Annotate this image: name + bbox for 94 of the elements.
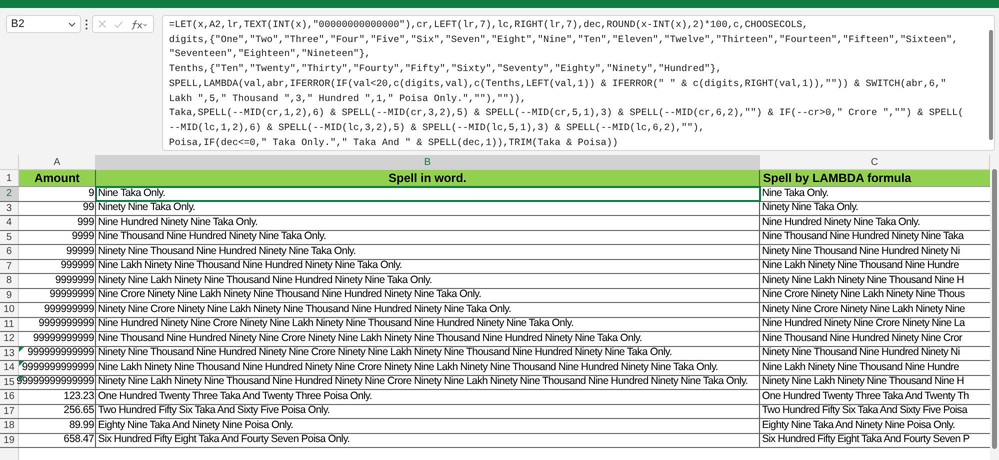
amount-cell: 658.47 bbox=[19, 434, 96, 447]
spell-cell: Six Hundred Fifty Eight Taka And Fourty Seven Poisa Only. bbox=[96, 434, 760, 447]
lambda-cell-text: Nine Lakh Ninety Nine Thousand Nine Hundre bbox=[761, 260, 960, 273]
row-header[interactable] bbox=[0, 448, 19, 460]
spell-cell: Ninety Nine Lakh Ninety Nine Thousand Nine Hundred Ninety Nine Crore Ninety Nine Lakh Ninety Nine Thousand Nine Hundred Ninety Nine Taka Only. bbox=[96, 376, 760, 389]
spell-cell: Nine Taka Only. bbox=[96, 187, 760, 200]
spell-cell: Nine Lakh Ninety Nine Thousand Nine Hundred Ninety Nine Taka Only. bbox=[96, 260, 760, 273]
row-number[interactable]: 10 bbox=[0, 303, 19, 316]
formula-line: SPELL,LAMBDA(val,abr,IFERROR(IF(val<20,c(digits,val),c(Tenths,LEFT(val,1)) & IFERROR(" " & c(digits,RIGHT(val,1)),"")) & SWITCH(abr,6," bbox=[169, 76, 946, 91]
spell-cell: Nine Lakh Ninety Nine Thousand Nine Hundred Ninety Nine Crore Ninety Nine Lakh Ninety Nine Thousand Nine Hundred Ninety Nine Taka Only. bbox=[96, 361, 760, 374]
lambda-cell-text: Nine Hundred Ninety Nine Crore Ninety Nine La bbox=[761, 318, 966, 331]
scrollbar-thumb[interactable] bbox=[992, 169, 997, 449]
amount-cell: 9999999999 bbox=[19, 318, 96, 331]
spell-cell: Ninety Nine Thousand Nine Hundred Ninety Nine Taka Only. bbox=[96, 245, 760, 258]
spell-cell: Ninety Nine Thousand Nine Hundred Ninety Nine Crore Ninety Nine Lakh Ninety Nine Thousand Nine Hundred Ninety Nine Taka Only. bbox=[96, 346, 760, 360]
amount-cell: 999999 bbox=[19, 260, 96, 273]
row-number[interactable]: 9 bbox=[0, 288, 19, 302]
row-number[interactable]: 19 bbox=[0, 434, 19, 447]
spell-cell: Ninety Nine Crore Ninety Nine Lakh Ninety Nine Thousand Nine Hundred Ninety Nine Taka Only. bbox=[96, 303, 760, 316]
name-box[interactable]: B2 bbox=[6, 15, 81, 33]
function-icon[interactable] bbox=[131, 18, 148, 30]
row-number[interactable]: 13 bbox=[0, 346, 19, 360]
row-number[interactable]: 12 bbox=[0, 332, 19, 346]
row-number[interactable]: 4 bbox=[0, 216, 19, 230]
lambda-cell-text: Nine Crore Ninety Nine Lakh Ninety Nine Thous bbox=[761, 288, 966, 302]
formula-line: "Seventeen","Eighteen","Nineteen"}, bbox=[169, 47, 371, 62]
formula-line: digits,{"One","Two","Three","Four","Five","Six","Seven","Eight","Nine","Ten","Eleven","Twelve","Thirteen","Fourteen","Fifteen","Sixteen", bbox=[169, 32, 958, 47]
lambda-cell-text: Eighty Nine Taka And Ninety Nine Poisa Only. bbox=[761, 419, 956, 432]
amount-cell: 99999999999 bbox=[19, 332, 96, 346]
spell-cell: Nine Hundred Ninety Nine Taka Only. bbox=[96, 216, 760, 230]
more-options-icon[interactable] bbox=[85, 19, 88, 30]
formula-line: Tenths,{"Ten","Twenty","Thirty","Fourty","Fifty","Sixty","Seventy","Eighty","Ninety","Hundred"}, bbox=[169, 62, 722, 76]
amount-cell: 999 bbox=[19, 216, 96, 230]
lambda-cell-text: Ninety Nine Crore Ninety Nine Lakh Ninety Nine bbox=[761, 303, 966, 316]
amount-cell: 123.23 bbox=[19, 390, 96, 404]
formula-line: Lakh ",5," Thousand ",3," Hundred ",1," Poisa Only.",""),"")), bbox=[169, 92, 526, 106]
lambda-cell-text: One Hundred Twenty Three Taka And Twenty Th bbox=[761, 390, 970, 404]
row-number[interactable]: 1 bbox=[0, 170, 19, 186]
lambda-cell-text: Ninety Nine Thousand Nine Hundred Ninety Ni bbox=[761, 245, 961, 258]
lambda-cell-text: Ninety Nine Lakh Ninety Nine Thousand Nine H bbox=[761, 376, 965, 389]
spell-cell: Ninety Nine Lakh Ninety Nine Thousand Nine Hundred Ninety Nine Taka Only. bbox=[96, 274, 760, 288]
cancel-icon[interactable] bbox=[98, 19, 106, 29]
lambda-cell-text: Nine Thousand Nine Hundred Ninety Nine Cror bbox=[761, 332, 964, 346]
row-number[interactable]: 17 bbox=[0, 404, 19, 418]
formula-line: =LET(x,A2,lr,TEXT(INT(x),"00000000000000"),cr,LEFT(lr,7),lc,RIGHT(lr,7),dec,ROUND(x-INT(x),2)*100,c,CHOOSECOLS, bbox=[169, 18, 808, 32]
amount-cell: 99 bbox=[19, 202, 96, 215]
lambda-cell-text: Two Hundred Fifty Six Taka And Sixty Five Poisa bbox=[761, 404, 969, 418]
cell-reference: B2 bbox=[11, 16, 24, 32]
formula-line: --MID(lc,1,2),6) & SPELL(--MID(lc,3,2),5) & SPELL(--MID(lc,5,1),3) & SPELL(--MID(lc,6,2),""), bbox=[169, 120, 704, 135]
row-number[interactable]: 3 bbox=[0, 202, 19, 215]
row-number[interactable]: 14 bbox=[0, 361, 19, 374]
lambda-cell-text: Six Hundred Fifty Eight Taka And Fourty Seven P bbox=[761, 434, 970, 447]
lambda-cell-text: Ninety Nine Thousand Nine Hundred Ninety Ni bbox=[761, 346, 961, 360]
amount-cell: 999999999999 bbox=[19, 346, 96, 360]
amount-cell: 9999 bbox=[19, 230, 96, 244]
formula-line: Taka,SPELL(--MID(cr,1,2),6) & SPELL(--MID(cr,3,2),5) & SPELL(--MID(cr,5,1),3) & SPELL(--MID(cr,6,2),"") & IF(--cr>0," Crore ","") & SPELL( bbox=[169, 106, 964, 120]
lambda-cell-text: Nine Hundred Ninety Nine Taka Only. bbox=[761, 216, 921, 230]
amount-cell: 9999999999999 bbox=[19, 361, 96, 374]
spell-cell: Nine Crore Ninety Nine Lakh Ninety Nine Thousand Nine Hundred Ninety Nine Taka Only. bbox=[96, 288, 760, 302]
check-icon[interactable] bbox=[114, 20, 124, 28]
spell-cell: Two Hundred Fifty Six Taka And Sixty Five Poisa Only. bbox=[96, 404, 760, 418]
amount-cell: 89.99 bbox=[19, 419, 96, 432]
spell-cell: One Hundred Twenty Three Taka And Twenty Three Poisa Only. bbox=[96, 390, 760, 404]
row-number[interactable]: 6 bbox=[0, 245, 19, 258]
spell-cell: Nine Hundred Ninety Nine Crore Ninety Nine Lakh Ninety Nine Thousand Nine Hundred Ninety Nine Taka Only. bbox=[96, 318, 760, 331]
formula-line: Poisa,IF(dec<=0," Taka Only."," Taka And " & SPELL(dec,1)),TRIM(Taka & Poisa)) bbox=[169, 136, 618, 150]
spell-cell: Nine Thousand Nine Hundred Ninety Nine Taka Only. bbox=[96, 230, 760, 244]
amount-cell: 99999 bbox=[19, 245, 96, 258]
spell-cell: Ninety Nine Taka Only. bbox=[96, 202, 760, 215]
row-number[interactable]: 18 bbox=[0, 419, 19, 432]
amount-cell: 99999999 bbox=[19, 288, 96, 302]
amount-cell: 256.65 bbox=[19, 404, 96, 418]
row-number[interactable]: 8 bbox=[0, 274, 19, 288]
lambda-cell-text: Nine Thousand Nine Hundred Ninety Nine Taka bbox=[761, 230, 965, 244]
row-number[interactable]: 16 bbox=[0, 390, 19, 404]
amount-cell: 9 bbox=[19, 187, 96, 200]
row-number[interactable]: 5 bbox=[0, 230, 19, 244]
spell-cell: Eighty Nine Taka And Ninety Nine Poisa Only. bbox=[96, 419, 760, 432]
row-number[interactable]: 7 bbox=[0, 260, 19, 273]
lambda-cell-text: Nine Taka Only. bbox=[761, 187, 830, 200]
formula-field[interactable] bbox=[162, 15, 995, 151]
lambda-cell-text: Ninety Nine Lakh Ninety Nine Thousand Nine H bbox=[761, 274, 965, 288]
amount-cell: 999999999 bbox=[19, 303, 96, 316]
column-title: Amount bbox=[19, 170, 96, 186]
chevron-down-icon bbox=[68, 22, 76, 26]
row-number[interactable]: 11 bbox=[0, 318, 19, 331]
lambda-cell-text: Nine Lakh Ninety Nine Thousand Nine Hundre bbox=[761, 361, 960, 374]
amount-cell: 99999999999999 bbox=[19, 376, 96, 389]
scrollbar-thumb[interactable] bbox=[989, 30, 993, 140]
lambda-cell-text: Ninety Nine Taka Only. bbox=[761, 202, 859, 215]
column-title: Spell by LAMBDA formula bbox=[760, 170, 990, 186]
spell-cell: Nine Thousand Nine Hundred Ninety Nine Crore Ninety Nine Lakh Ninety Nine Thousand Nine Hundred Ninety Nine Taka Only. bbox=[96, 332, 760, 346]
column-title: Spell in word. bbox=[96, 170, 760, 186]
amount-cell: 9999999 bbox=[19, 274, 96, 288]
